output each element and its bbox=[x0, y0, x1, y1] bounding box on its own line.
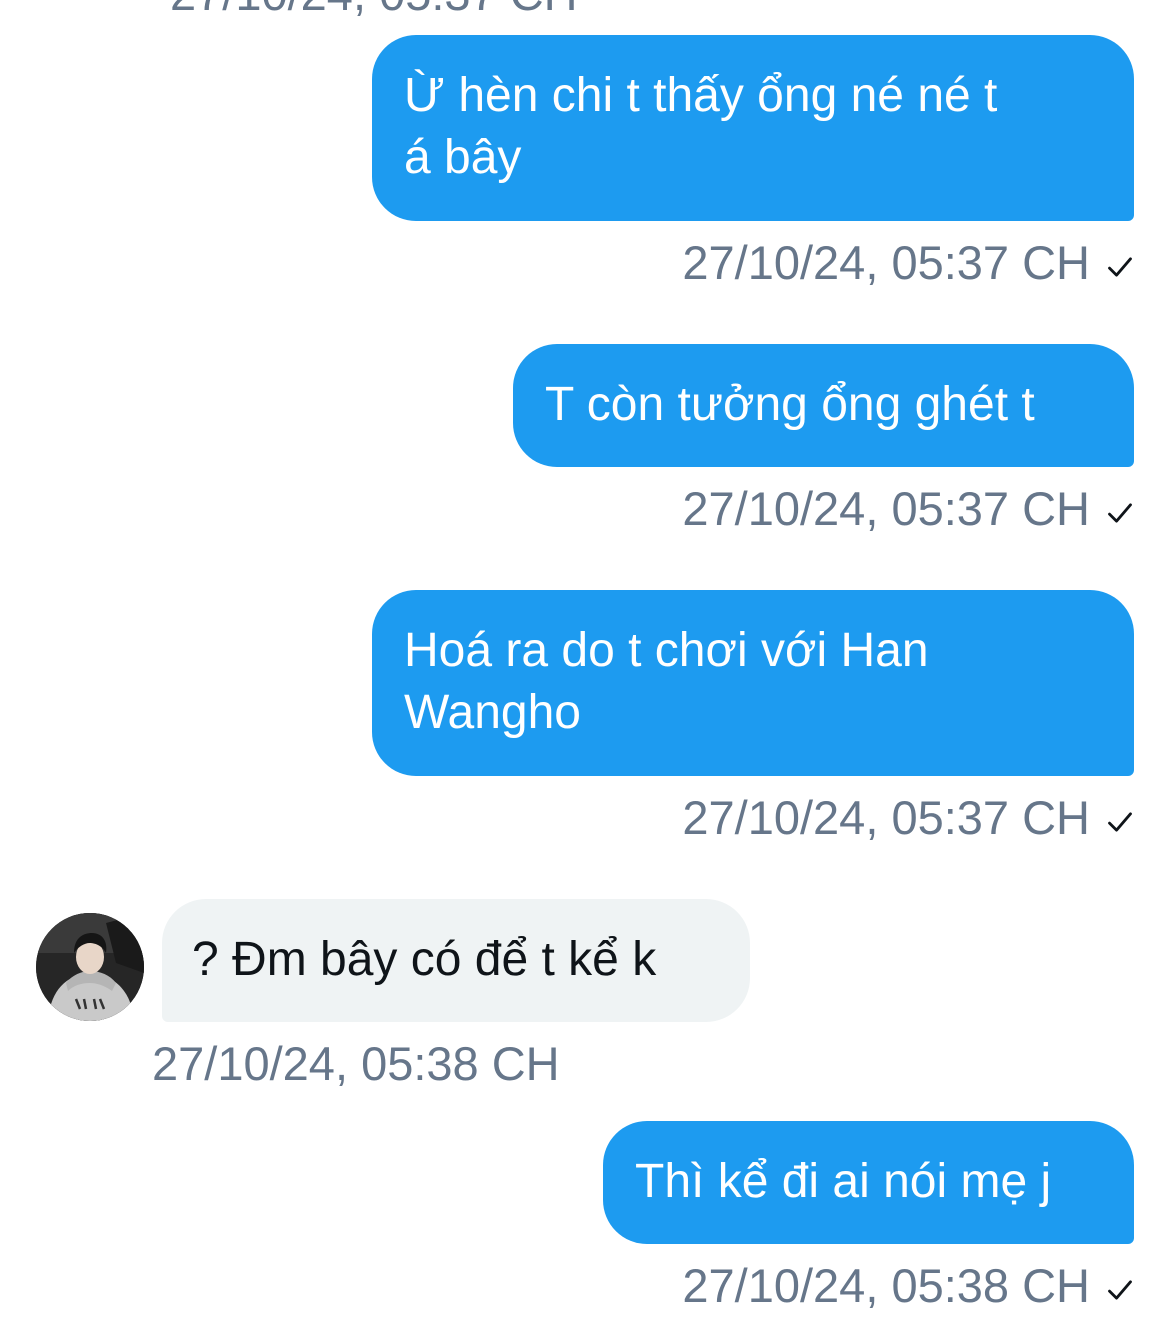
message-timestamp: 27/10/24, 05:38 CH bbox=[682, 1259, 1134, 1313]
timestamp-text: 27/10/24, 05:38 CH bbox=[152, 1037, 560, 1090]
user-avatar[interactable] bbox=[36, 913, 144, 1021]
message-text-line: Thì kể đi ai nói mẹ j bbox=[635, 1155, 1052, 1208]
timestamp-text: 27/10/24, 05:37 CH bbox=[682, 482, 1090, 535]
message-timestamp: 27/10/24, 05:37 CH bbox=[682, 791, 1134, 845]
message-timestamp: 27/10/24, 05:37 CH bbox=[682, 482, 1134, 536]
outgoing-message-bubble[interactable]: Hoá ra do t chơi với Han Wangho bbox=[372, 590, 1134, 776]
timestamp-text: 27/10/24, 05:37 CH bbox=[682, 791, 1090, 844]
avatar-photo bbox=[36, 913, 144, 1021]
outgoing-message-bubble[interactable]: Ừ hèn chi t thấy ổng né né t á bây bbox=[372, 35, 1134, 221]
timestamp-text: 27/10/24, 05:38 CH bbox=[682, 1259, 1090, 1312]
checkmark-icon bbox=[1108, 1280, 1132, 1300]
cropped-timestamp: 27/10/24, 05:37 CH bbox=[170, 0, 578, 21]
message-text-line: Wangho bbox=[404, 686, 581, 739]
message-text-line: ? Đm bây có để t kể k bbox=[192, 933, 657, 986]
message-text-line: á bây bbox=[404, 131, 522, 184]
message-timestamp: 27/10/24, 05:38 CH bbox=[152, 1037, 560, 1091]
outgoing-message-bubble[interactable]: T còn tưởng ổng ghét t bbox=[513, 344, 1134, 467]
message-text-line: Ừ hèn chi t thấy ổng né né t bbox=[404, 69, 998, 122]
incoming-message-bubble[interactable]: ? Đm bây có để t kể k bbox=[162, 899, 750, 1022]
checkmark-icon bbox=[1108, 812, 1132, 832]
message-text-line: Hoá ra do t chơi với Han bbox=[404, 624, 929, 677]
timestamp-text: 27/10/24, 05:37 CH bbox=[682, 236, 1090, 289]
checkmark-icon bbox=[1108, 503, 1132, 523]
message-timestamp: 27/10/24, 05:37 CH bbox=[682, 236, 1134, 290]
checkmark-icon bbox=[1108, 257, 1132, 277]
message-text-line: T còn tưởng ổng ghét t bbox=[545, 378, 1035, 431]
outgoing-message-bubble[interactable]: Thì kể đi ai nói mẹ j bbox=[603, 1121, 1134, 1244]
